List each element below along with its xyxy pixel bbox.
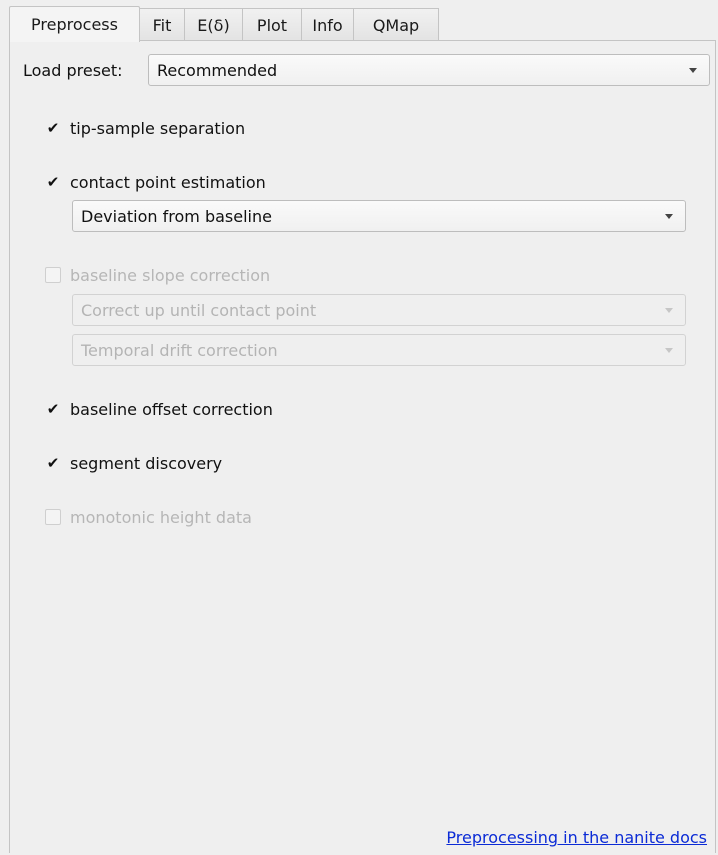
baseline-offset-checkbox[interactable]: ✔ baseline offset correction xyxy=(45,398,273,420)
checkmark-icon: ✔ xyxy=(46,454,60,472)
preprocess-window: Preprocess Fit E(δ) Plot Info QMap Load … xyxy=(0,0,718,855)
contact-point-method-dropdown[interactable]: Deviation from baseline xyxy=(72,200,686,232)
baseline-slope-checkbox[interactable]: baseline slope correction xyxy=(45,264,270,286)
baseline-slope-mode-value: Correct up until contact point xyxy=(81,300,317,320)
baseline-slope-mode-dropdown[interactable]: Correct up until contact point xyxy=(72,294,686,326)
checkmark-icon: ✔ xyxy=(46,173,60,191)
tab-fit[interactable]: Fit xyxy=(140,8,185,41)
chevron-down-icon xyxy=(689,68,697,73)
preset-label: Load preset: xyxy=(23,60,123,80)
tip-sample-checkbox[interactable]: ✔ tip-sample separation xyxy=(45,117,245,139)
tab-qmap[interactable]: QMap xyxy=(354,8,439,41)
contact-point-checkbox[interactable]: ✔ contact point estimation xyxy=(45,171,266,193)
tab-e-delta[interactable]: E(δ) xyxy=(185,8,243,41)
checkbox-empty-icon xyxy=(45,509,61,525)
baseline-slope-label: baseline slope correction xyxy=(70,265,271,285)
baseline-drift-value: Temporal drift correction xyxy=(81,340,278,360)
chevron-down-icon xyxy=(665,214,673,219)
checkmark-icon: ✔ xyxy=(46,400,60,418)
preset-dropdown[interactable]: Recommended xyxy=(148,54,710,86)
tab-preprocess[interactable]: Preprocess xyxy=(9,6,140,42)
preprocess-panel: Load preset: Recommended ✔ tip-sample se… xyxy=(9,40,716,853)
contact-point-method-value: Deviation from baseline xyxy=(81,206,272,226)
chevron-down-icon xyxy=(665,308,673,313)
chevron-down-icon xyxy=(665,348,673,353)
segment-discovery-checkbox[interactable]: ✔ segment discovery xyxy=(45,452,222,474)
contact-point-label: contact point estimation xyxy=(70,172,266,192)
segment-discovery-label: segment discovery xyxy=(70,453,223,473)
preset-value: Recommended xyxy=(157,60,278,80)
checkmark-icon: ✔ xyxy=(46,119,60,137)
tab-bar: Preprocess Fit E(δ) Plot Info QMap xyxy=(9,6,439,42)
baseline-offset-label: baseline offset correction xyxy=(70,399,273,419)
preset-row: Load preset: Recommended xyxy=(10,54,710,86)
monotonic-height-checkbox[interactable]: monotonic height data xyxy=(45,506,252,528)
tip-sample-label: tip-sample separation xyxy=(70,118,246,138)
nanite-docs-link[interactable]: Preprocessing in the nanite docs xyxy=(446,828,707,847)
baseline-drift-dropdown[interactable]: Temporal drift correction xyxy=(72,334,686,366)
tab-info[interactable]: Info xyxy=(302,8,354,41)
tab-plot[interactable]: Plot xyxy=(243,8,302,41)
checkbox-empty-icon xyxy=(45,267,61,283)
monotonic-height-label: monotonic height data xyxy=(70,507,252,527)
